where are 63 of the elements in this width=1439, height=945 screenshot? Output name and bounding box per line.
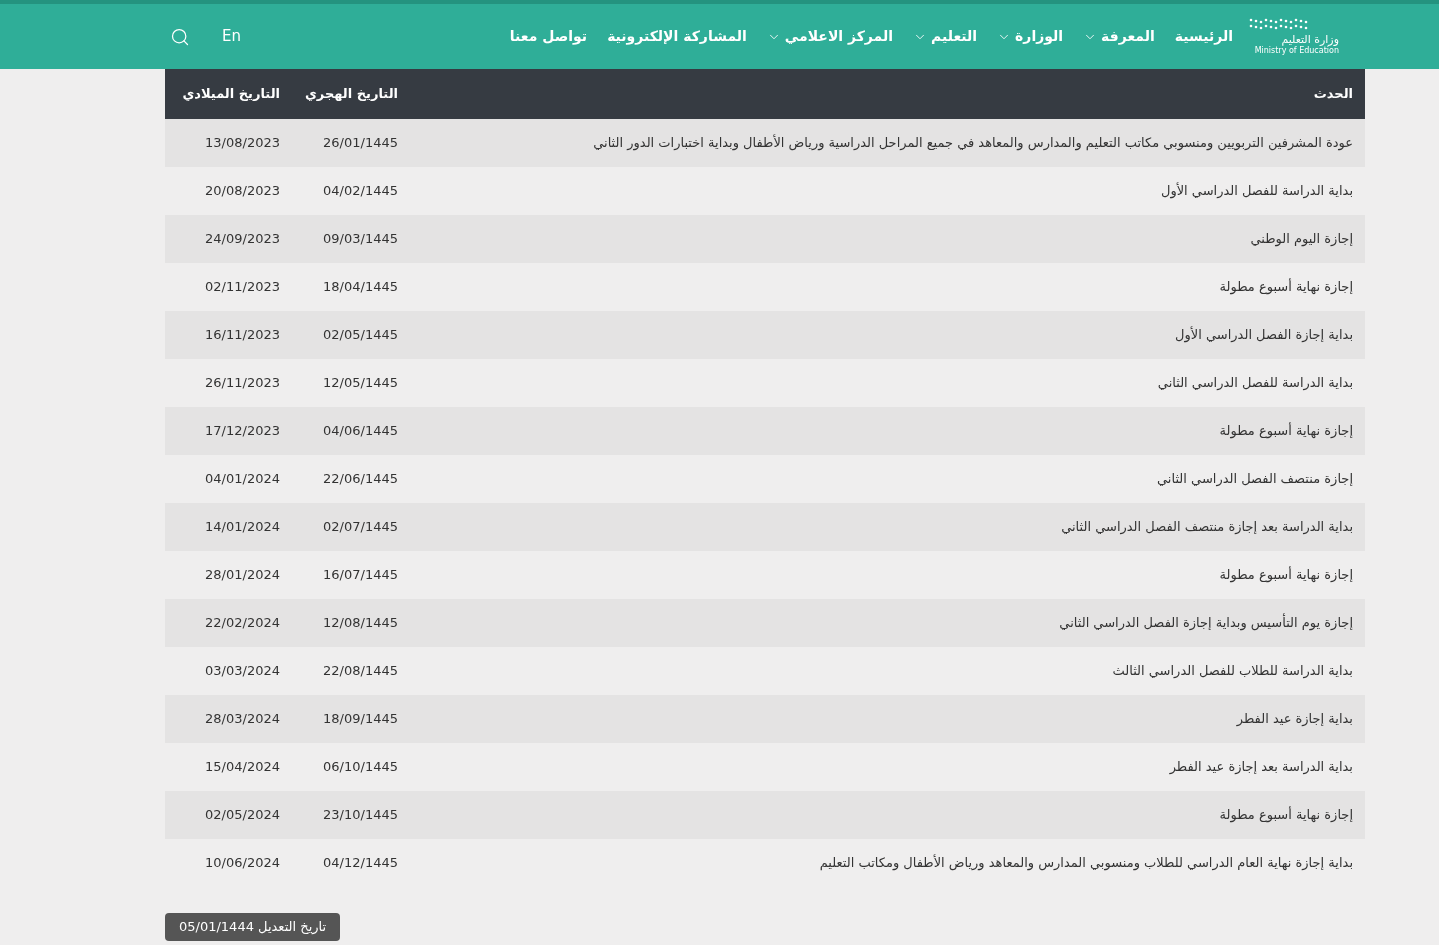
table-cell: 06/10/1445 — [292, 743, 410, 791]
table-cell: إجازة نهاية أسبوع مطولة — [410, 551, 1365, 599]
logo-subtitle: Ministry of Education — [1254, 46, 1339, 57]
table-cell: 23/10/1445 — [292, 791, 410, 839]
table-cell: إجازة نهاية أسبوع مطولة — [410, 791, 1365, 839]
language-link[interactable]: En — [222, 25, 241, 48]
table-cell: 28/01/2024 — [165, 551, 292, 599]
table-cell: 02/11/2023 — [165, 263, 292, 311]
table-cell: 13/08/2023 — [165, 119, 292, 167]
table-cell: إجازة نهاية أسبوع مطولة — [410, 263, 1365, 311]
nav-link[interactable]: التعليم — [913, 26, 978, 47]
table-cell: بداية الدراسة بعد إجازة عيد الفطر — [410, 743, 1365, 791]
table-cell: عودة المشرفين التربويين ومنسوبي مكاتب التعليم والمدارس والمعاهد في جميع المراحل الدراسية ورياض الأطفال وبداية اختبارات الدور الثاني — [410, 119, 1365, 167]
table-cell: بداية إجازة الفصل الدراسي الأول — [410, 311, 1365, 359]
table-cell: بداية الدراسة للطلاب للفصل الدراسي الثالث — [410, 647, 1365, 695]
table-cell: إجازة يوم التأسيس وبداية إجازة الفصل الدراسي الثاني — [410, 599, 1365, 647]
nav-link[interactable]: تواصل معنا — [509, 26, 588, 47]
table-cell: 12/05/1445 — [292, 359, 410, 407]
table-cell: 17/12/2023 — [165, 407, 292, 455]
table-cell: بداية الدراسة للفصل الدراسي الأول — [410, 167, 1365, 215]
table-cell: 10/06/2024 — [165, 839, 292, 887]
modified-date-badge: تاريخ التعديل 05/01/1444 — [165, 913, 341, 941]
nav-link[interactable]: المشاركة الإلكترونية — [607, 26, 747, 47]
table-cell: 02/07/1445 — [292, 503, 410, 551]
table-cell: 18/04/1445 — [292, 263, 410, 311]
table-cell: 22/02/2024 — [165, 599, 292, 647]
table-cell: 04/06/1445 — [292, 407, 410, 455]
search-icon[interactable] — [170, 26, 190, 47]
table-cell: إجازة اليوم الوطني — [410, 215, 1365, 263]
table-cell: 26/11/2023 — [165, 359, 292, 407]
nav-link[interactable]: المعرفة — [1083, 26, 1155, 47]
table-cell: 02/05/2024 — [165, 791, 292, 839]
logo-title: وزارة التعليم — [1281, 32, 1339, 47]
nav-link[interactable]: الوزارة — [997, 26, 1064, 47]
table-cell: بداية إجازة عيد الفطر — [410, 695, 1365, 743]
table-cell: 22/06/1445 — [292, 455, 410, 503]
table-cell: بداية الدراسة بعد إجازة منتصف الفصل الدراسي الثاني — [410, 503, 1365, 551]
table-cell: 26/01/1445 — [292, 119, 410, 167]
table-cell: 04/12/1445 — [292, 839, 410, 887]
column-header: الحدث — [410, 69, 1365, 119]
table-cell: 09/03/1445 — [292, 215, 410, 263]
table-cell: 14/01/2024 — [165, 503, 292, 551]
nav-link[interactable]: المركز الاعلامي — [766, 26, 893, 47]
table-cell: بداية إجازة نهاية العام الدراسي للطلاب ومنسوبي المدارس والمعاهد ورياض الأطفال ومكاتب التعليم — [410, 839, 1365, 887]
table-cell: إجازة منتصف الفصل الدراسي الثاني — [410, 455, 1365, 503]
table-cell: 18/09/1445 — [292, 695, 410, 743]
table-cell: 16/07/1445 — [292, 551, 410, 599]
table-cell: 15/04/2024 — [165, 743, 292, 791]
table-cell: 22/08/1445 — [292, 647, 410, 695]
table-cell: 03/03/2024 — [165, 647, 292, 695]
table-cell: 04/02/1445 — [292, 167, 410, 215]
table-cell: 02/05/1445 — [292, 311, 410, 359]
column-header: التاريخ الهجري — [292, 69, 410, 119]
table-cell: 24/09/2023 — [165, 215, 292, 263]
nav-link[interactable]: الرئيسية — [1174, 26, 1233, 47]
table-cell: 28/03/2024 — [165, 695, 292, 743]
table-cell: بداية الدراسة للفصل الدراسي الثاني — [410, 359, 1365, 407]
table-cell: إجازة نهاية أسبوع مطولة — [410, 407, 1365, 455]
column-header: التاريخ الميلادي — [165, 69, 292, 119]
table-cell: 12/08/1445 — [292, 599, 410, 647]
table-cell: 16/11/2023 — [165, 311, 292, 359]
table-cell: 20/08/2023 — [165, 167, 292, 215]
table-cell: 04/01/2024 — [165, 455, 292, 503]
